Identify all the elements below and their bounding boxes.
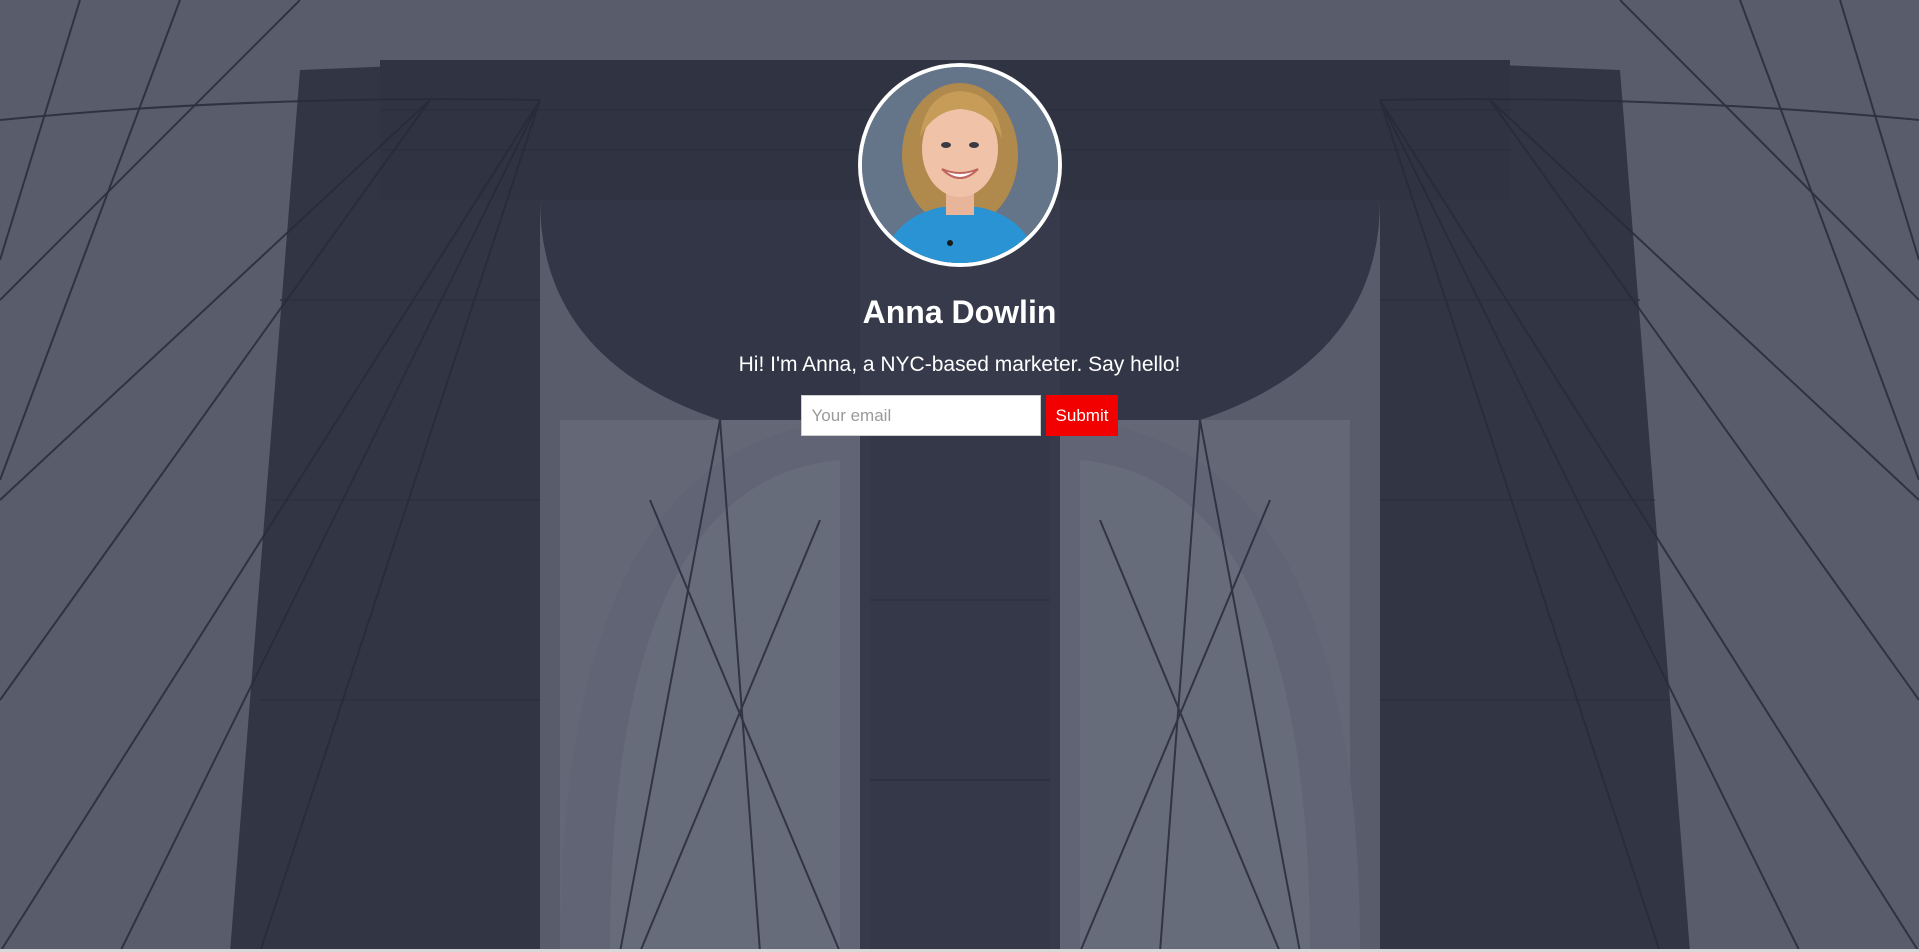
avatar — [857, 63, 1062, 267]
profile-photo — [861, 67, 1058, 263]
landing-page: Anna Dowlin Hi! I'm Anna, a NYC-based ma… — [0, 0, 1919, 952]
profile-name: Anna Dowlin — [862, 294, 1057, 330]
signup-form: Submit — [800, 395, 1119, 436]
submit-button[interactable]: Submit — [1045, 395, 1119, 436]
profile-card: Anna Dowlin Hi! I'm Anna, a NYC-based ma… — [0, 63, 1919, 436]
profile-tagline: Hi! I'm Anna, a NYC-based marketer. Say … — [738, 353, 1181, 376]
email-input[interactable] — [800, 395, 1041, 436]
